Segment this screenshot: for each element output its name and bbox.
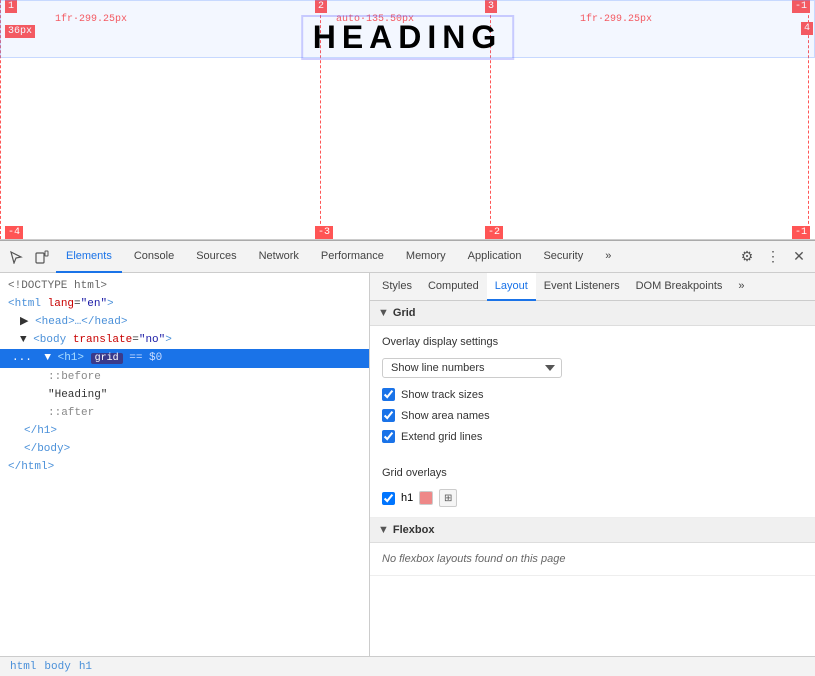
sub-tab-computed[interactable]: Computed	[420, 273, 487, 301]
checkbox-area-names-label: Show area names	[401, 410, 490, 422]
breadcrumb-h1[interactable]: h1	[77, 661, 94, 673]
grid-label-bot-neg4: -4	[5, 226, 23, 239]
dom-line-after: ::after	[0, 404, 369, 422]
overlay-h1-checkbox[interactable]	[382, 492, 395, 505]
sub-tab-styles[interactable]: Styles	[374, 273, 420, 301]
tab-memory[interactable]: Memory	[396, 241, 456, 273]
sub-tab-more[interactable]: »	[730, 273, 752, 301]
grid-section-body: Overlay display settings Show line numbe…	[370, 326, 815, 518]
tab-application[interactable]: Application	[458, 241, 532, 273]
flexbox-section-body: No flexbox layouts found on this page	[370, 543, 815, 576]
line-numbers-select[interactable]: Show line numbers Show track sizes Hide …	[382, 358, 562, 378]
tab-console[interactable]: Console	[124, 241, 184, 273]
layout-content: ▼ Grid Overlay display settings Show lin…	[370, 301, 815, 656]
device-icon	[35, 250, 49, 264]
tab-sources[interactable]: Sources	[186, 241, 246, 273]
grid-section-header[interactable]: ▼ Grid	[370, 301, 815, 326]
heading-text: HEADING	[301, 15, 515, 60]
dom-line-h1-selected[interactable]: ... ▼ <h1> grid == $0	[0, 349, 369, 368]
tab-elements[interactable]: Elements	[56, 241, 122, 273]
checkbox-track-sizes-input[interactable]	[382, 388, 395, 401]
checkbox-extend-grid-label: Extend grid lines	[401, 431, 482, 443]
dom-line-html-close[interactable]: </html>	[0, 458, 369, 476]
overlay-icon-btn[interactable]: ⊞	[439, 489, 457, 507]
devtools-body: <!DOCTYPE html> <html lang="en"> ▶ <head…	[0, 273, 815, 656]
dom-line-before: ::before	[0, 368, 369, 386]
checkbox-extend-grid-input[interactable]	[382, 430, 395, 443]
breadcrumb-body[interactable]: body	[42, 661, 72, 673]
preview-area: 1fr·299.25px auto·135.50px 1fr·299.25px …	[0, 0, 815, 240]
spacer	[382, 451, 803, 467]
grid-overlays-title: Grid overlays	[382, 467, 803, 479]
sub-tab-dom-breakpoints[interactable]: DOM Breakpoints	[628, 273, 731, 301]
tab-network[interactable]: Network	[249, 241, 309, 273]
dropdown-row: Show line numbers Show track sizes Hide …	[382, 358, 803, 378]
checkbox-area-names: Show area names	[382, 409, 803, 422]
cursor-icon-btn[interactable]	[4, 245, 28, 269]
devtools-panel: Elements Console Sources Network Perform…	[0, 240, 815, 656]
dom-line-html[interactable]: <html lang="en">	[0, 295, 369, 313]
dom-line-head[interactable]: ▶ <head>…</head>	[0, 313, 369, 331]
flexbox-section-title: Flexbox	[393, 524, 435, 536]
grid-arrow-icon: ▼	[378, 307, 389, 319]
dom-line-body[interactable]: ▼ <body translate="no">	[0, 331, 369, 349]
overlay-color-swatch[interactable]	[419, 491, 433, 505]
close-devtools-btn[interactable]: ✕	[787, 245, 811, 269]
dom-line-body-close[interactable]: </body>	[0, 440, 369, 458]
sub-tab-event-listeners[interactable]: Event Listeners	[536, 273, 628, 301]
grid-label-bot-neg2: -2	[485, 226, 503, 239]
dom-line-heading-text: "Heading"	[0, 386, 369, 404]
breadcrumb: html body h1	[0, 656, 815, 676]
grid-label-bot-neg3: -3	[315, 226, 333, 239]
flexbox-section-header[interactable]: ▼ Flexbox	[370, 518, 815, 543]
overlay-settings-title: Overlay display settings	[382, 336, 803, 348]
right-panel: Styles Computed Layout Event Listeners D…	[370, 273, 815, 656]
overlay-h1-label: h1	[401, 492, 413, 504]
breadcrumb-html[interactable]: html	[8, 661, 38, 673]
checkbox-track-sizes: Show track sizes	[382, 388, 803, 401]
sub-tab-layout[interactable]: Layout	[487, 273, 536, 301]
checkbox-track-sizes-label: Show track sizes	[401, 389, 484, 401]
grid-section: ▼ Grid Overlay display settings Show lin…	[370, 301, 815, 518]
settings-btn[interactable]: ⚙	[735, 245, 759, 269]
more-options-btn[interactable]: ⋮	[761, 245, 785, 269]
dom-line-doctype: <!DOCTYPE html>	[0, 277, 369, 295]
overlay-item-h1: h1 ⊞	[382, 489, 803, 507]
checkbox-extend-grid: Extend grid lines	[382, 430, 803, 443]
tab-more[interactable]: »	[595, 241, 621, 273]
dom-panel: <!DOCTYPE html> <html lang="en"> ▶ <head…	[0, 273, 370, 656]
flexbox-section: ▼ Flexbox No flexbox layouts found on th…	[370, 518, 815, 576]
tab-security[interactable]: Security	[533, 241, 593, 273]
grid-section-title: Grid	[393, 307, 416, 319]
dom-line-h1-close[interactable]: </h1>	[0, 422, 369, 440]
devtools-toolbar: Elements Console Sources Network Perform…	[0, 241, 815, 273]
checkbox-area-names-input[interactable]	[382, 409, 395, 422]
device-icon-btn[interactable]	[30, 245, 54, 269]
no-flexbox-text: No flexbox layouts found on this page	[382, 553, 565, 565]
tab-performance[interactable]: Performance	[311, 241, 394, 273]
sub-tabs: Styles Computed Layout Event Listeners D…	[370, 273, 815, 301]
flexbox-arrow-icon: ▼	[378, 524, 389, 536]
cursor-icon	[9, 250, 23, 264]
grid-label-bot-neg1: -1	[792, 226, 810, 239]
